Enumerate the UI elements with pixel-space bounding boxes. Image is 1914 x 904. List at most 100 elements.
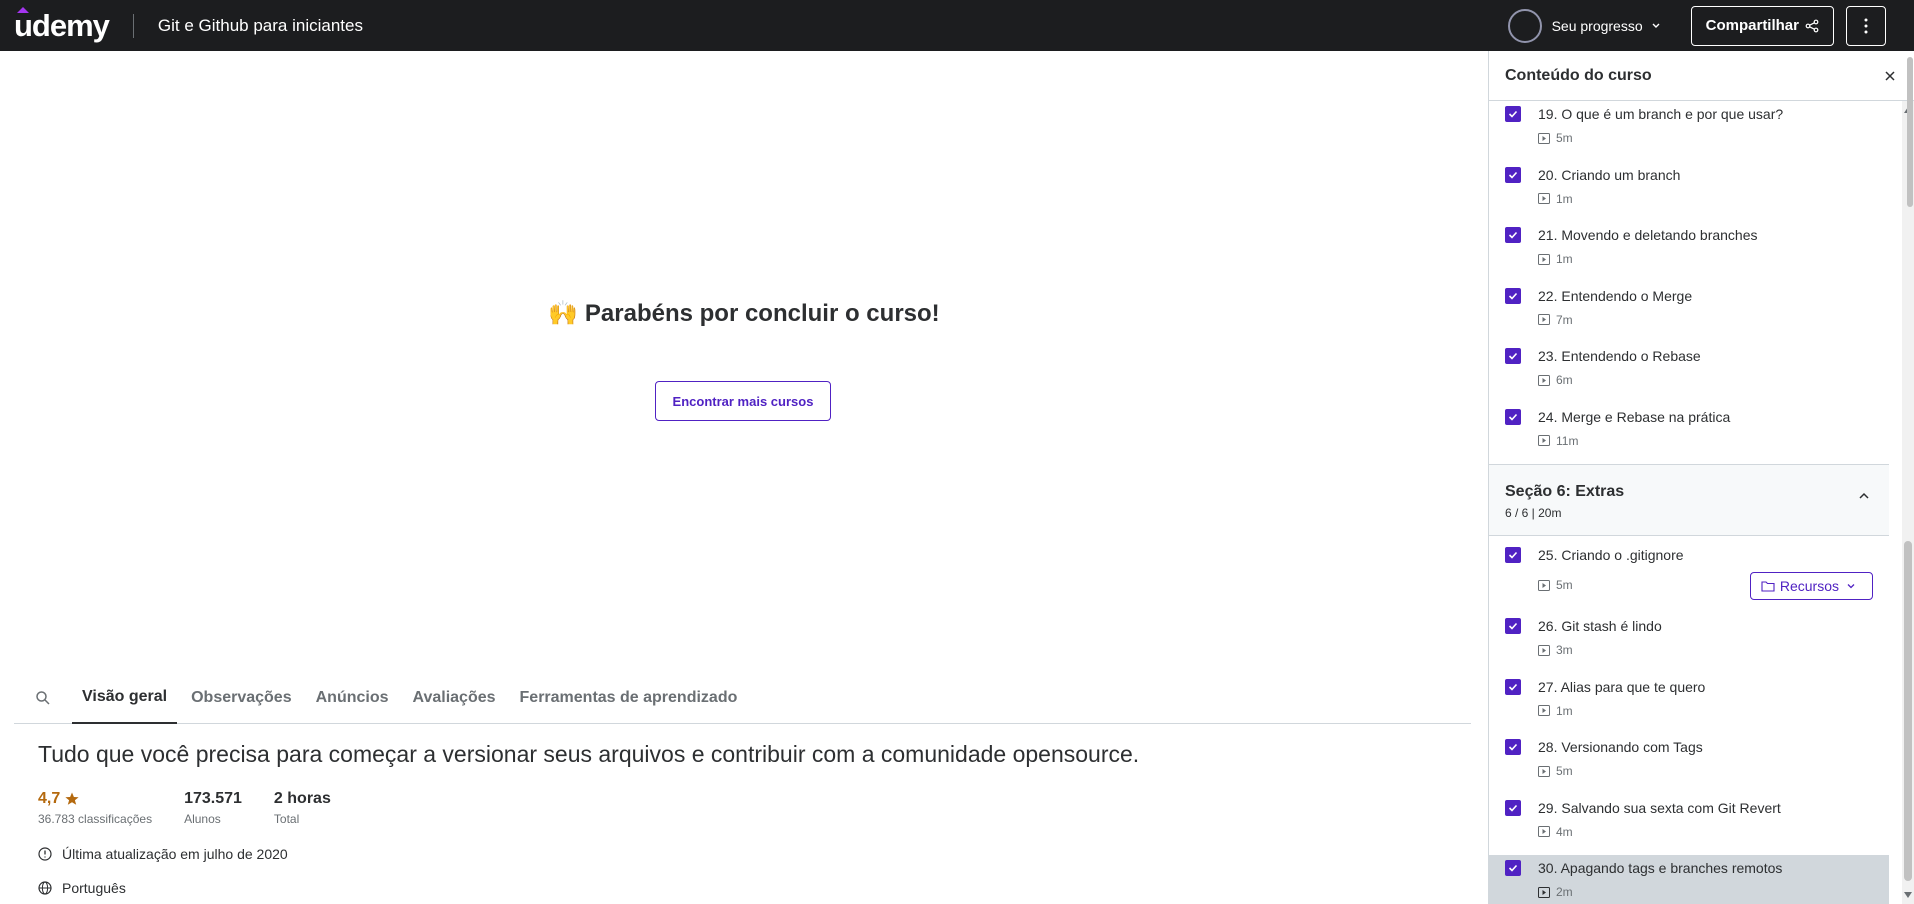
lecture-list: 19. O que é um branch e por que usar? 5m…: [1489, 101, 1889, 904]
students-label: Alunos: [184, 812, 221, 826]
checkmark-icon: [1508, 683, 1518, 691]
video-icon: [1538, 644, 1550, 656]
duration-stat: 2 horas Total: [274, 790, 331, 826]
completed-checkbox[interactable]: [1505, 106, 1521, 122]
checkmark-icon: [1508, 743, 1518, 751]
checkmark-icon: [1508, 352, 1518, 360]
lecture-item-20[interactable]: 20. Criando um branch 1m: [1489, 162, 1889, 223]
course-stats: 4,7 36.783 classificações 173.571 Alunos…: [38, 790, 1438, 826]
lecture-item-29[interactable]: 29. Salvando sua sexta com Git Revert 4m: [1489, 795, 1889, 856]
completed-checkbox[interactable]: [1505, 408, 1521, 425]
video-icon: [1538, 253, 1550, 265]
checkmark-icon: [1508, 864, 1518, 872]
lecture-duration: 1m: [1556, 191, 1573, 206]
chevron-down-icon: [1652, 23, 1660, 28]
lecture-duration: 2m: [1556, 885, 1573, 899]
lecture-title: 29. Salvando sua sexta com Git Revert: [1538, 799, 1781, 816]
students-stat: 173.571 Alunos: [184, 790, 242, 826]
congrats-text: Parabéns por concluir o curso!: [584, 300, 940, 327]
video-icon: [1538, 374, 1550, 386]
lecture-duration: 6m: [1556, 373, 1573, 387]
tab-overview[interactable]: Visão geral: [72, 672, 178, 724]
main-content: 🙌 Parabéns por concluir o curso! Encontr…: [0, 51, 1488, 904]
lecture-item-28[interactable]: 28. Versionando com Tags 5m: [1489, 734, 1889, 795]
video-icon: [1538, 193, 1550, 204]
lecture-title: 23. Entendendo o Rebase: [1538, 348, 1701, 364]
completed-checkbox[interactable]: [1505, 547, 1521, 563]
lecture-title: 25. Criando o .gitignore: [1538, 547, 1684, 563]
resources-label: Recursos: [1779, 578, 1839, 594]
lecture-title: 19. O que é um branch e por que usar?: [1538, 106, 1784, 122]
tab-announcements[interactable]: Anúncios: [306, 672, 399, 724]
overview-panel: Tudo que você precisa para começar a ver…: [38, 741, 1438, 896]
lecture-duration: 3m: [1556, 643, 1573, 657]
page-scrollbar[interactable]: [1906, 51, 1914, 904]
video-icon: [1538, 435, 1550, 446]
resources-dropdown-button[interactable]: Recursos: [1749, 572, 1873, 600]
checkmark-icon: [1508, 171, 1518, 179]
lecture-duration: 1m: [1556, 703, 1573, 718]
lecture-item-21[interactable]: 21. Movendo e deletando branches 1m: [1489, 222, 1889, 283]
completed-checkbox[interactable]: [1505, 739, 1521, 755]
lecture-item-24[interactable]: 24. Merge e Rebase na prática 11m: [1489, 404, 1889, 465]
course-title-link[interactable]: Git e Github para iniciantes: [158, 16, 363, 36]
tab-bar: Visão geral Observações Anúncios Avaliaç…: [14, 672, 1471, 724]
header-divider: [132, 13, 134, 38]
lecture-item-23[interactable]: 23. Entendendo o Rebase 6m: [1489, 343, 1889, 404]
checkmark-icon: [1508, 292, 1518, 300]
completed-checkbox[interactable]: [1505, 618, 1521, 634]
duration-value: 2 horas: [273, 790, 331, 807]
celebration-emoji: 🙌: [548, 300, 579, 327]
lecture-duration: 5m: [1556, 131, 1573, 145]
video-icon: [1538, 579, 1550, 591]
share-label: Compartilhar: [1705, 17, 1799, 34]
tab-notes[interactable]: Observações: [181, 672, 302, 724]
congrats-heading: 🙌 Parabéns por concluir o curso!: [0, 299, 1488, 328]
completed-checkbox[interactable]: [1505, 348, 1521, 364]
tab-reviews[interactable]: Avaliações: [403, 672, 506, 724]
close-icon[interactable]: [1884, 70, 1896, 82]
section-header-extras[interactable]: Seção 6: Extras 6 / 6 | 20m: [1489, 464, 1889, 536]
completed-checkbox[interactable]: [1505, 227, 1521, 243]
last-update-line: Última atualização em julho de 2020: [38, 846, 1438, 862]
lecture-item-19[interactable]: 19. O que é um branch e por que usar? 5m: [1489, 101, 1889, 162]
lecture-duration: 7m: [1556, 312, 1573, 327]
tab-learning-tools[interactable]: Ferramentas de aprendizado: [510, 672, 748, 724]
sidebar-title: Conteúdo do curso: [1505, 66, 1652, 84]
lecture-duration: 5m: [1556, 764, 1573, 778]
lecture-title: 27. Alias para que te quero: [1538, 678, 1706, 695]
star-icon: [65, 792, 79, 805]
completed-checkbox[interactable]: [1505, 860, 1521, 876]
lecture-title: 24. Merge e Rebase na prática: [1538, 408, 1731, 425]
lecture-item-30-current[interactable]: 30. Apagando tags e branches remotos 2m: [1489, 855, 1889, 904]
completed-checkbox[interactable]: [1505, 678, 1521, 695]
lecture-item-26[interactable]: 26. Git stash é lindo 3m: [1489, 613, 1889, 674]
lecture-title: 26. Git stash é lindo: [1538, 618, 1662, 634]
search-tab[interactable]: [28, 683, 58, 713]
lecture-item-22[interactable]: 22. Entendendo o Merge 7m: [1489, 283, 1889, 344]
course-content-sidebar: Conteúdo do curso 19. O que é um branch …: [1488, 51, 1914, 904]
top-bar: udemy Git e Github para iniciantes Seu p…: [0, 0, 1914, 51]
video-icon: [1538, 886, 1550, 898]
progress-dropdown[interactable]: Seu progresso: [1507, 8, 1663, 43]
last-update-text: Última atualização em julho de 2020: [62, 846, 288, 862]
lecture-duration: 5m: [1556, 578, 1573, 592]
share-button[interactable]: Compartilhar: [1690, 5, 1834, 46]
page-scrollbar-thumb[interactable]: [1907, 57, 1913, 207]
find-more-courses-button[interactable]: Encontrar mais cursos: [655, 381, 831, 421]
lecture-item-27[interactable]: 27. Alias para que te quero 1m: [1489, 674, 1889, 735]
course-tagline: Tudo que você precisa para começar a ver…: [38, 741, 1140, 767]
udemy-logo[interactable]: udemy: [14, 6, 110, 44]
completed-checkbox[interactable]: [1505, 166, 1521, 183]
chevron-down-icon: [1847, 584, 1855, 589]
globe-icon: [38, 881, 52, 895]
rating-count: 36.783 classificações: [38, 812, 153, 826]
progress-label: Seu progresso: [1551, 17, 1643, 34]
lecture-item-25[interactable]: 25. Criando o .gitignore 5m Recursos: [1489, 542, 1889, 613]
search-icon: [36, 690, 50, 705]
video-icon: [1538, 132, 1550, 144]
completed-checkbox[interactable]: [1505, 287, 1521, 304]
completed-checkbox[interactable]: [1505, 799, 1521, 816]
more-options-button[interactable]: [1846, 5, 1886, 46]
lecture-duration: 4m: [1556, 824, 1573, 839]
